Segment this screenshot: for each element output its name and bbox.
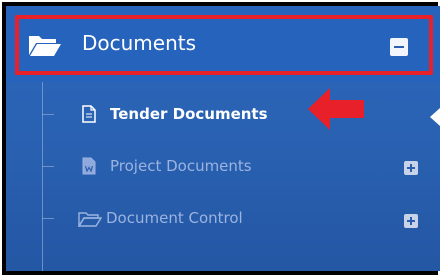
sidebar-item-label: Tender Documents — [110, 105, 268, 123]
expand-icon[interactable] — [404, 214, 418, 228]
tree-connector-line — [42, 82, 43, 271]
sidebar-item-label: Project Documents — [110, 157, 252, 175]
tree-connector-tick — [42, 166, 54, 167]
tree-connector-tick — [42, 218, 54, 219]
sidebar-item-label: Document Control — [106, 209, 243, 227]
sidebar-menu: Documents Tender Documents Project Docum… — [6, 6, 440, 271]
word-file-icon — [82, 157, 96, 175]
active-item-pointer — [430, 108, 440, 126]
red-arrow-icon — [308, 88, 364, 130]
file-icon — [82, 105, 96, 123]
expand-icon[interactable] — [404, 161, 418, 175]
folder-open-icon — [78, 212, 102, 227]
highlight-box — [15, 15, 433, 75]
tree-connector-tick — [42, 114, 54, 115]
